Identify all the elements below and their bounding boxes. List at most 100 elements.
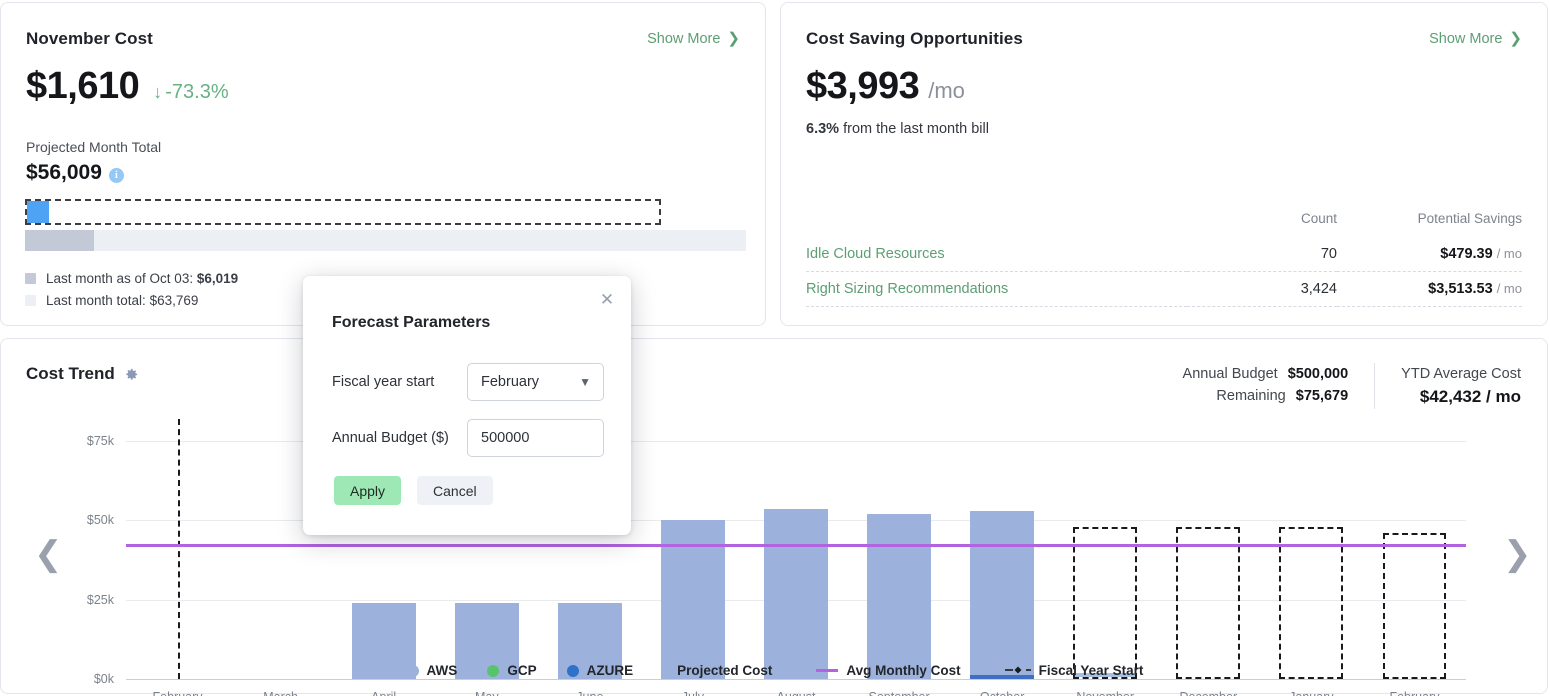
cost-saving-opportunities-card: Cost Saving Opportunities Show More ❯ $3… [780,2,1548,326]
savings-percent: 6.3% [806,121,840,137]
row-name-link[interactable]: Right Sizing Recommendations [806,271,1187,307]
remaining-row: Remaining $75,679 [1183,385,1349,407]
show-more-label: Show More [1429,31,1503,47]
savings-amount: $3,993 [806,65,920,107]
azure-dot-icon [566,664,579,677]
show-more-november-link[interactable]: Show More ❯ [647,29,740,48]
projected-bar[interactable] [1073,526,1138,679]
x-axis-tick: December [1179,690,1237,696]
legend-item-fiscal-year-start[interactable]: Fiscal Year Start [1004,663,1143,678]
row-savings: $479.39 / mo [1337,237,1522,272]
x-axis-tick: May [475,690,499,696]
legend-item-azure[interactable]: AZURE [566,663,634,678]
x-axis-tick: February [1389,690,1439,696]
annual-budget-value: $500,000 [1287,366,1349,382]
projected-month-total-label: Projected Month Total [26,139,162,155]
november-amount: $1,610 [26,65,140,107]
cost-bar[interactable] [764,509,828,679]
last-month-todate-fill [25,230,94,251]
cost-bar[interactable] [867,514,932,679]
chevron-right-icon[interactable]: ❯ [1503,537,1532,571]
cost-trend-title-label: Cost Trend [26,364,115,383]
x-axis-tick: July [682,690,704,696]
ytd-average-value: $42,432 / mo [1419,387,1521,406]
table-row: Idle Cloud Resources 70 $479.39 / mo [806,237,1522,272]
legend-row: Last month total: $63,769 [25,289,238,311]
november-delta: ↓ -73.3% [153,81,228,104]
cost-bar[interactable] [970,510,1035,679]
close-icon[interactable]: ✕ [598,291,616,309]
projected-month-total-value: $56,009 [26,161,102,184]
legend-item-gcp[interactable]: GCP [487,663,537,678]
legend-item-projected-cost[interactable]: Projected Cost [677,663,772,678]
modal-title: Forecast Parameters [332,314,491,331]
show-more-label: Show More [647,31,721,47]
col-count: Count [1300,211,1337,226]
y-axis-tick: $25k [86,592,114,607]
row-count: 3,424 [1187,271,1337,307]
fiscal-year-start-label: Fiscal year start [332,374,435,390]
x-axis-tick: June [576,690,603,696]
chevron-right-icon: ❯ [727,29,740,47]
legend-item-avg-monthly-cost[interactable]: Avg Monthly Cost [816,663,961,678]
projected-bar[interactable] [1176,526,1241,679]
budget-stats: Annual Budget $500,000 Remaining $75,679 [1183,363,1375,409]
savings-subtext: 6.3% from the last month bill [806,121,989,137]
projected-bar[interactable] [1382,533,1447,679]
savings-table: Count Potential Savings Idle Cloud Resou… [806,211,1522,307]
november-bar-legend: Last month as of Oct 03: $6,019 Last mon… [25,267,238,311]
annual-budget-row: Annual Budget $500,000 [1183,363,1349,385]
info-icon[interactable]: i [108,167,124,183]
legend-label: AZURE [586,663,634,678]
table-header-row: Count Potential Savings [806,211,1522,237]
projected-bar[interactable] [1279,526,1344,679]
legend-row: Last month as of Oct 03: $6,019 [25,267,238,289]
chevron-left-icon[interactable]: ❮ [34,537,63,571]
savings-amount-group: $3,993 /mo [806,65,965,108]
row-name-link[interactable]: Idle Cloud Resources [806,237,1187,272]
legend-text: Last month as of Oct 03: $6,019 [46,270,239,286]
cancel-button[interactable]: Cancel [417,476,493,505]
y-axis-tick: $75k [86,434,114,449]
col-name [806,211,1187,237]
november-delta-value: -73.3% [165,80,229,103]
card-header: November Cost Show More ❯ [26,29,740,49]
fiscal-year-marker-icon [1004,663,1031,678]
cost-trend-title: Cost Trend [26,364,139,384]
savings-subtext-rest: from the last month bill [839,121,989,137]
legend-label: AWS [426,663,458,678]
fiscal-year-start-value: February [481,374,540,390]
table-row: Right Sizing Recommendations 3,424 $3,51… [806,271,1522,307]
legend-item-aws[interactable]: AWS [406,663,458,678]
cost-trend-chart: ❮ ❯ $0k$25k$50k$75kFebruaryMarchAprilMay… [1,409,1549,696]
legend-swatch [25,294,36,306]
projected-month-total-group: $56,009 i [26,161,124,185]
annual-budget-label: Annual Budget ($) [332,430,449,446]
apply-button[interactable]: Apply [334,476,402,505]
x-axis-tick: November [1076,690,1134,696]
current-spend-fill [27,201,49,223]
avg-line-icon [816,669,839,672]
gcp-dot-icon [487,664,500,677]
avg-monthly-cost-line [126,544,1466,547]
fiscal-year-start-select[interactable]: February ▼ [467,363,604,401]
x-axis-tick: March [263,690,298,696]
forecast-parameters-modal: ✕ Forecast Parameters Fiscal year start … [303,276,631,535]
legend-swatch [25,272,36,284]
dashboard-page: November Cost Show More ❯ $1,610 ↓ -73.3… [0,0,1550,696]
show-more-savings-link[interactable]: Show More ❯ [1429,31,1522,48]
annual-budget-input[interactable]: 500000 [467,419,604,457]
legend-label: Projected Cost [677,663,773,678]
november-amount-group: $1,610 ↓ -73.3% [26,65,229,108]
chevron-down-icon: ▼ [579,375,591,389]
gear-icon[interactable] [124,367,139,382]
annual-budget-field: Annual Budget ($) 500000 [332,419,604,457]
legend-label: Avg Monthly Cost [846,663,961,678]
x-axis-line [126,679,1466,680]
card-header: Cost Saving Opportunities Show More ❯ [806,29,1522,49]
ytd-average-label: YTD Average Cost [1401,366,1521,382]
annual-budget-label: Annual Budget [1182,366,1278,382]
remaining-value: $75,679 [1295,388,1349,404]
arrow-down-icon: ↓ [153,82,163,102]
page-title: November Cost [26,29,153,48]
